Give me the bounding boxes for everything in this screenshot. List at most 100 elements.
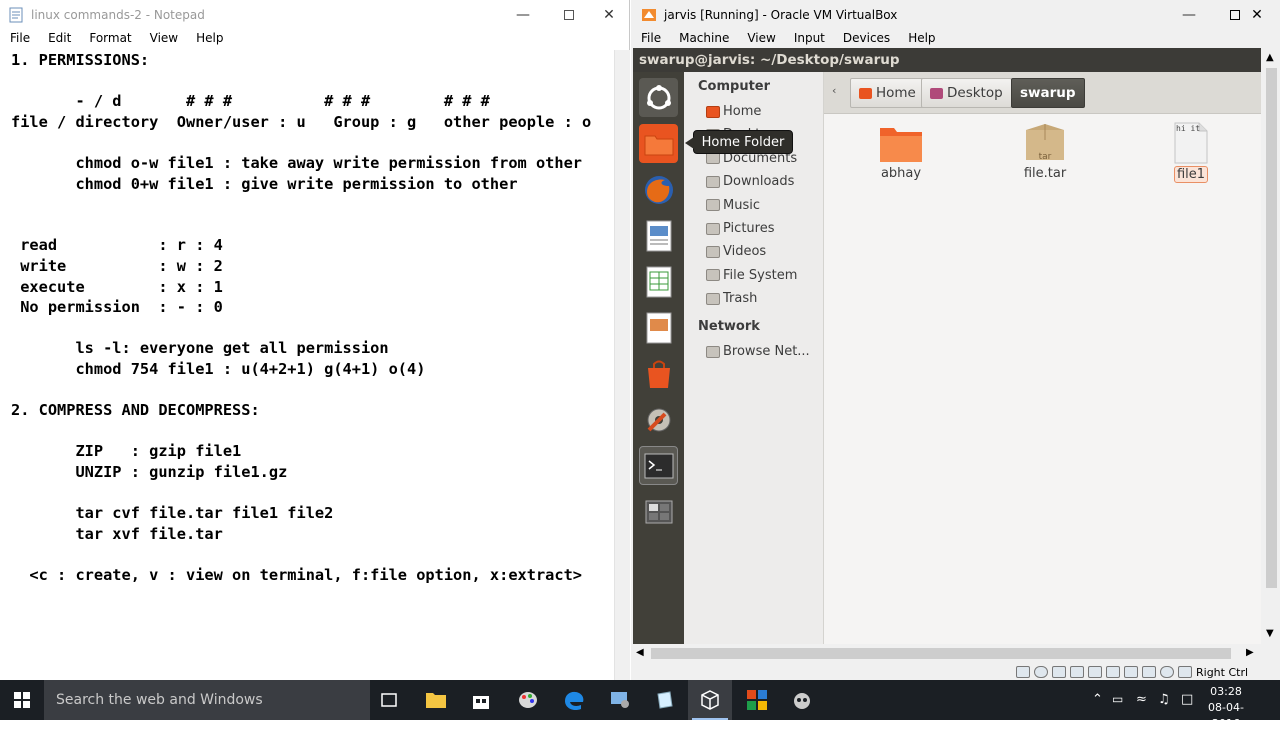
scroll-up-arrow-icon[interactable]: ▲ [1266,52,1274,63]
taskbar-connect[interactable] [598,680,642,720]
scroll-left-arrow-icon[interactable]: ◀ [636,647,644,658]
notepad-minimize-button[interactable]: — [500,0,546,30]
notepad-text-area[interactable]: 1. PERMISSIONS: - / d # # # # # # # # # f… [0,50,614,678]
taskbar-search-box[interactable]: Search the web and Windows [44,680,370,720]
places-item-file-system[interactable]: File System [706,268,797,283]
workspace-icon [645,500,672,523]
scroll-down-arrow-icon[interactable]: ▼ [1266,628,1274,639]
file-item-text[interactable]: hi it file1 [1146,122,1236,183]
horizontal-scroll-thumb[interactable] [651,648,1231,659]
vbox-menu-devices[interactable]: Devices [833,31,898,45]
taskbar-file-explorer[interactable] [414,680,458,720]
notepad-menu-view[interactable]: View [140,31,186,45]
places-item-home[interactable]: Home [706,104,761,119]
action-center-icon[interactable]: □ [1181,692,1193,707]
launcher-software-center[interactable] [639,354,678,393]
network-icon[interactable] [1070,666,1084,678]
launcher-system-settings[interactable] [639,400,678,439]
places-header-network: Network [698,319,760,334]
places-item-label: Videos [723,244,767,260]
launcher-terminal[interactable] [639,446,678,485]
scroll-right-arrow-icon[interactable]: ▶ [1246,647,1254,658]
volume-icon[interactable]: ♫ [1158,692,1170,707]
robot-icon [794,693,810,709]
file-system-icon [706,269,720,282]
launcher-workspace-switcher[interactable] [639,492,678,531]
usb-icon[interactable] [1088,666,1102,678]
notepad-menu-format[interactable]: Format [79,31,139,45]
taskbar-notepad[interactable] [643,680,687,720]
video-capture-icon[interactable] [1142,666,1156,678]
places-item-pictures[interactable]: Pictures [706,221,774,236]
launcher-impress[interactable] [639,308,678,347]
mouse-integration-icon[interactable] [1178,666,1192,678]
network-icon [706,345,720,358]
dash-home-button[interactable] [639,78,678,117]
folder-icon [644,135,673,155]
notepad-line: ls -l: everyone get all permission [11,339,389,358]
task-view-button[interactable] [367,680,411,720]
file-view[interactable]: abhay tar file.tar hi it file1 [824,114,1261,644]
launcher-files[interactable] [639,124,678,163]
vbox-close-button[interactable]: ✕ [1234,0,1280,30]
places-item-browse-network[interactable]: Browse Net... [706,344,810,359]
taskbar-robot-app[interactable] [780,680,824,720]
places-header-computer: Computer [698,79,771,94]
battery-icon[interactable]: ▭ [1112,692,1123,706]
breadcrumb-desktop[interactable]: Desktop [921,78,1012,108]
notepad-line [11,215,614,236]
breadcrumb-swarup[interactable]: swarup [1011,78,1085,108]
breadcrumb-label: Desktop [947,85,1003,101]
system-clock[interactable]: 03:28 08-04-2016 [1200,684,1252,732]
show-hidden-icons-chevron-icon[interactable]: ⌃ [1092,692,1103,707]
vbox-menu-view[interactable]: View [737,31,783,45]
taskbar-virtualbox[interactable] [688,680,732,720]
audio-icon[interactable] [1052,666,1066,678]
vbox-minimize-button[interactable]: — [1166,0,1212,30]
vbox-menu-input[interactable]: Input [784,31,833,45]
taskbar-store[interactable] [459,680,503,720]
taskbar-paint[interactable] [506,680,550,720]
start-button[interactable] [0,680,44,720]
paint-palette-icon [519,692,537,708]
notepad-line [11,194,614,215]
vbox-menu-help[interactable]: Help [898,31,943,45]
notepad-line: write : w : 2 [11,256,223,275]
places-item-trash[interactable]: Trash [706,291,757,306]
launcher-calc[interactable] [639,262,678,301]
home-icon [706,105,720,118]
notepad-close-button[interactable]: ✕ [586,0,632,30]
vbox-vertical-scrollbar[interactable]: ▲ ▼ [1262,48,1280,644]
unity-launcher [633,72,684,644]
hdd-icon[interactable] [1016,666,1030,678]
file-item-folder[interactable]: abhay [856,122,946,181]
optical-drive-icon[interactable] [1034,666,1048,678]
shared-folder-icon[interactable] [1106,666,1120,678]
notepad-menu-file[interactable]: File [0,31,38,45]
breadcrumb-home[interactable]: Home [850,78,925,108]
vbox-menu-machine[interactable]: Machine [669,31,737,45]
host-key-label: Right Ctrl [1196,665,1249,679]
notepad-menu-help[interactable]: Help [186,31,231,45]
pathbar-scroll-left-icon[interactable]: ‹ [832,84,836,97]
launcher-firefox[interactable] [639,170,678,209]
launcher-writer[interactable] [639,216,678,255]
places-item-label: Browse Net... [723,344,810,359]
wifi-icon[interactable]: ≈ [1136,692,1147,707]
virtualization-icon[interactable] [1160,666,1174,678]
notepad-line: UNZIP : gunzip file1.gz [11,462,288,481]
vertical-scroll-thumb[interactable] [1266,68,1277,588]
taskbar-office[interactable] [735,680,779,720]
vbox-horizontal-scrollbar[interactable]: ◀ ▶ [633,644,1261,664]
places-item-downloads[interactable]: Downloads [706,174,794,189]
notepad-vertical-scrollbar[interactable] [614,50,630,680]
places-item-music[interactable]: Music [706,198,760,213]
taskbar-edge[interactable] [552,680,596,720]
notepad-menu-edit[interactable]: Edit [38,31,79,45]
notepad-line: No permission : - : 0 [11,298,223,317]
notepad-icon [657,691,673,709]
display-icon[interactable] [1124,666,1138,678]
vbox-menu-file[interactable]: File [631,31,669,45]
file-item-archive[interactable]: tar file.tar [1000,122,1090,181]
places-item-videos[interactable]: Videos [706,244,766,259]
